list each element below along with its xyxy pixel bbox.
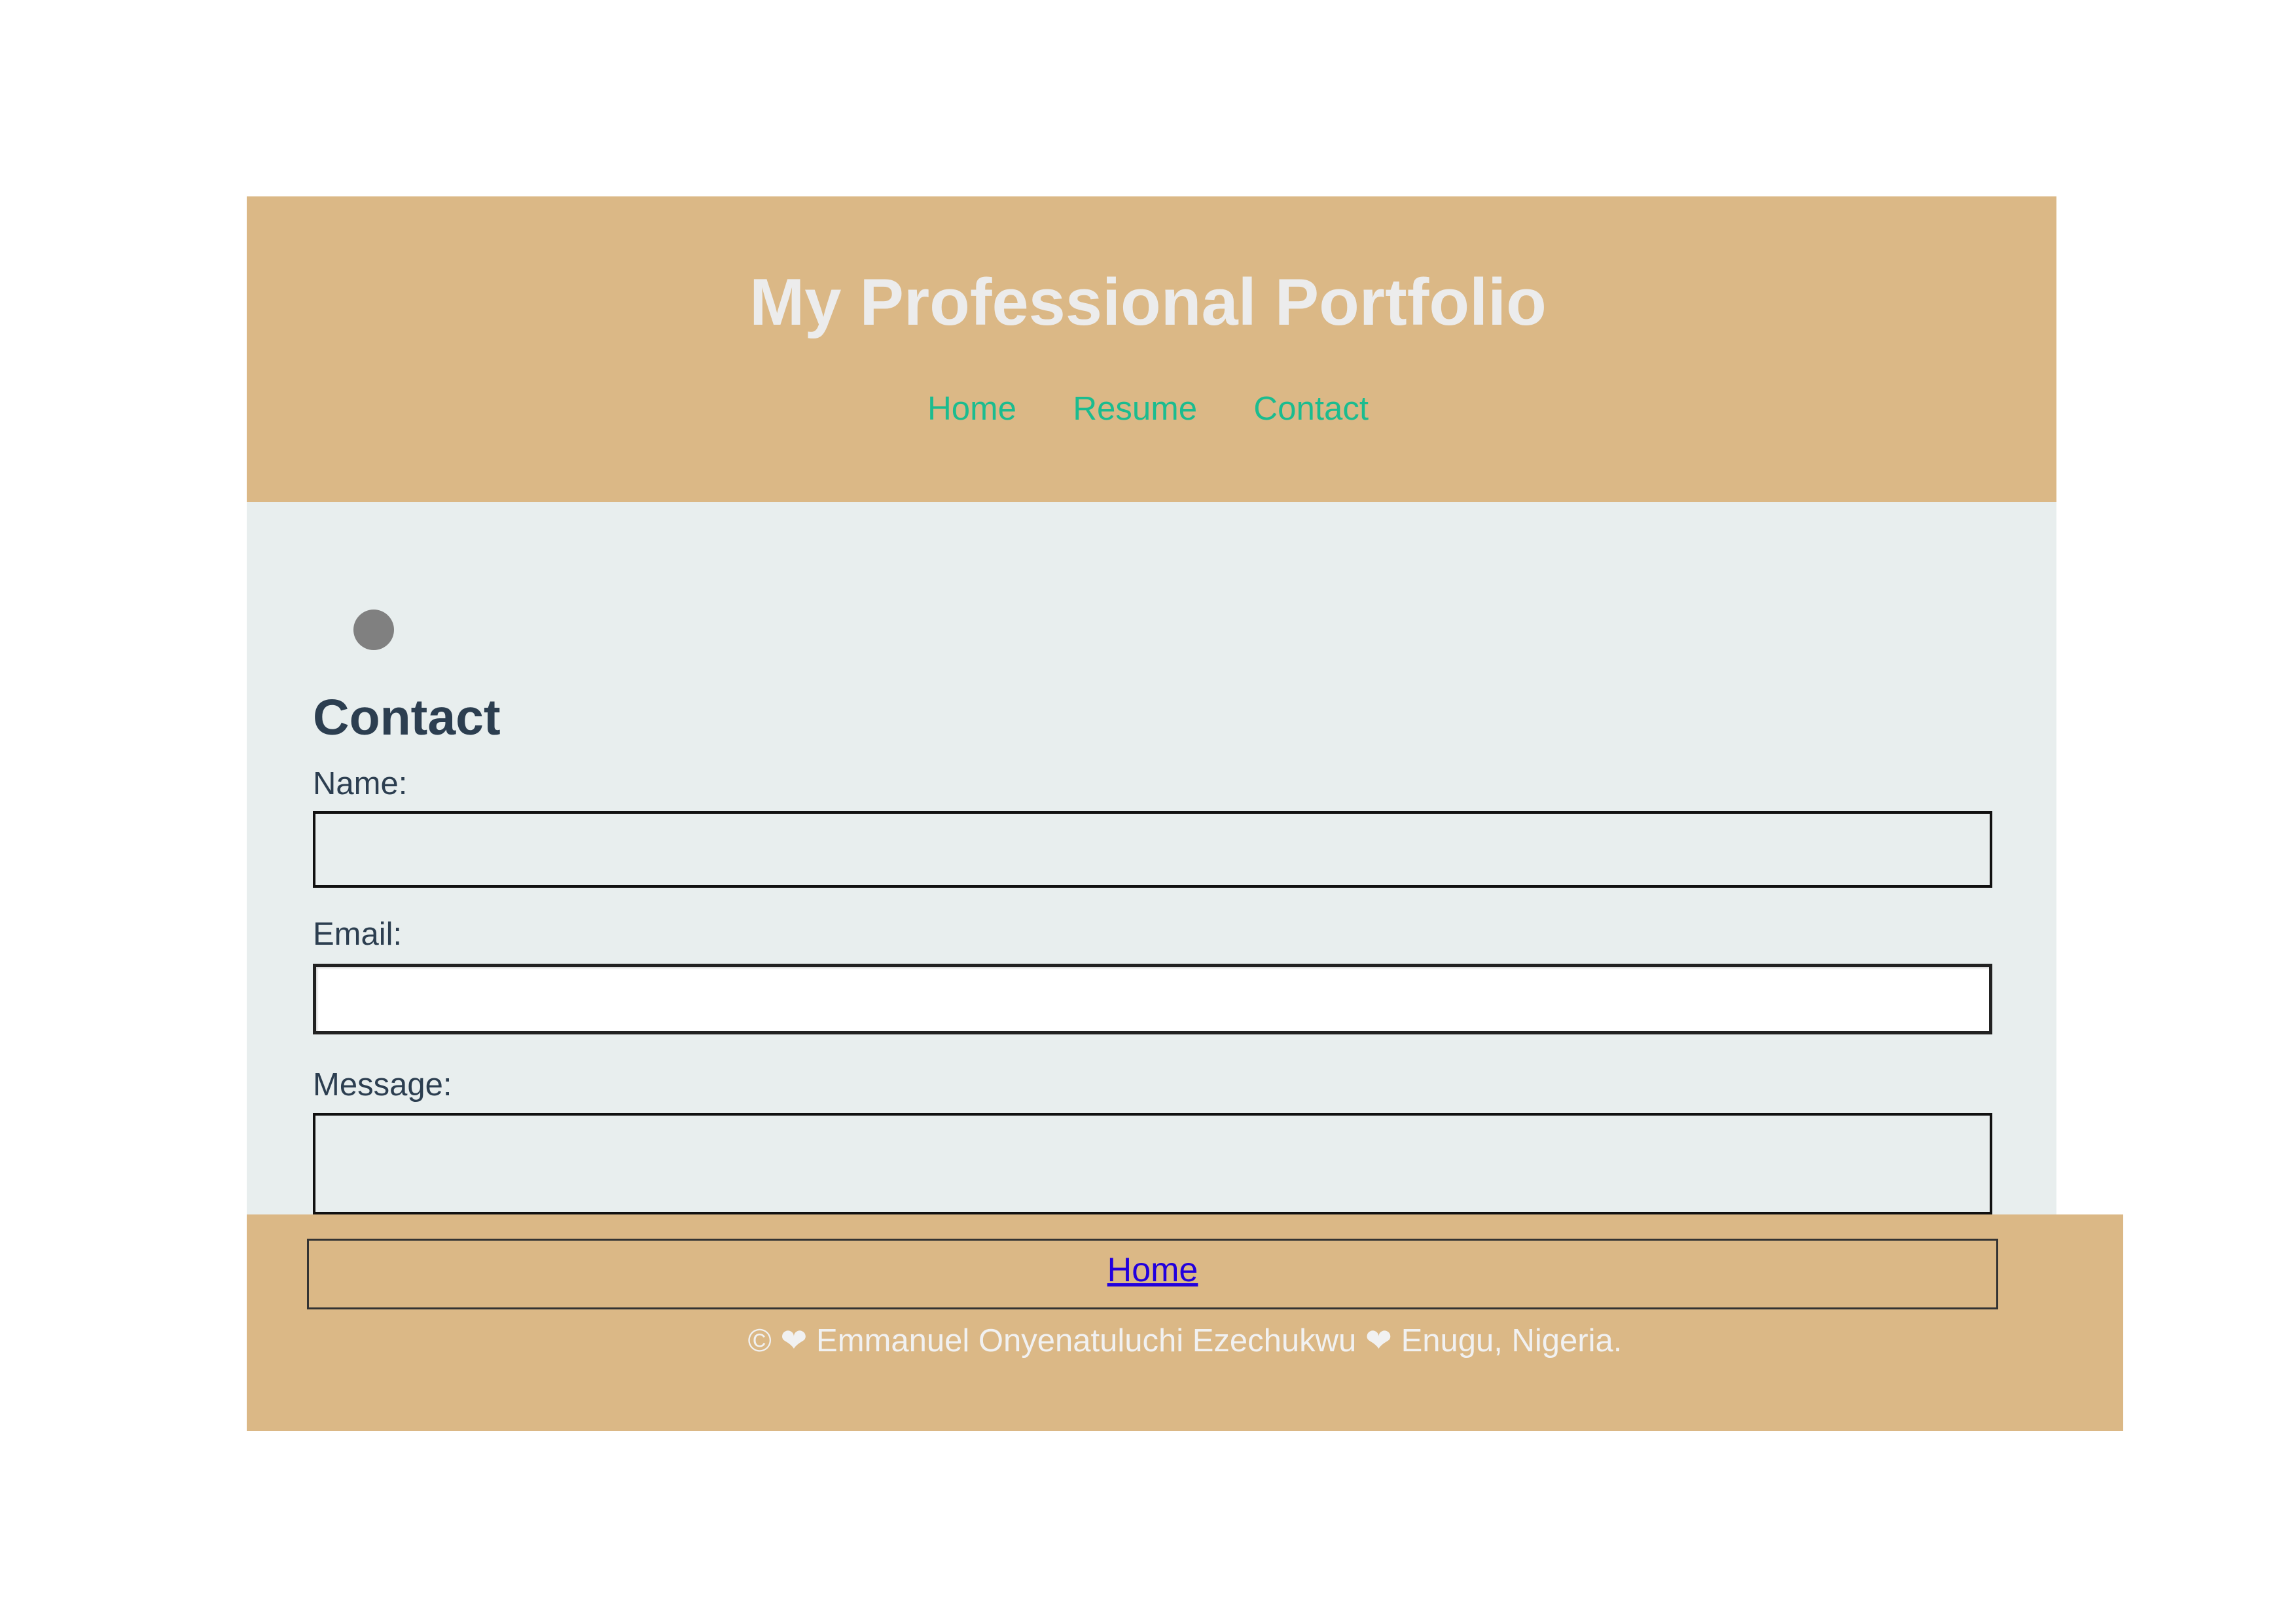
email-field[interactable] (313, 964, 1992, 1034)
nav-link-home[interactable]: Home (927, 390, 1016, 427)
avatar (353, 610, 394, 650)
footer-home-link[interactable]: Home (1107, 1250, 1198, 1290)
message-field[interactable] (313, 1113, 1992, 1214)
nav-link-contact[interactable]: Contact (1253, 390, 1369, 427)
name-field[interactable] (313, 811, 1992, 888)
contact-heading: Contact (313, 689, 501, 746)
nav-link-resume[interactable]: Resume (1073, 390, 1197, 427)
name-label: Name: (313, 766, 408, 801)
footer-nav: Home (307, 1239, 1998, 1309)
message-label: Message: (313, 1067, 452, 1103)
page: My Professional Portfolio Home Resume Co… (0, 0, 2296, 1623)
email-label: Email: (313, 917, 403, 952)
main-nav: Home Resume Contact (0, 392, 2296, 425)
copyright-text: © ❤ Emmanuel Onyenatuluchi Ezechukwu ❤ E… (747, 1323, 1623, 1359)
site-title: My Professional Portfolio (749, 266, 1547, 339)
site-header (247, 196, 2056, 502)
